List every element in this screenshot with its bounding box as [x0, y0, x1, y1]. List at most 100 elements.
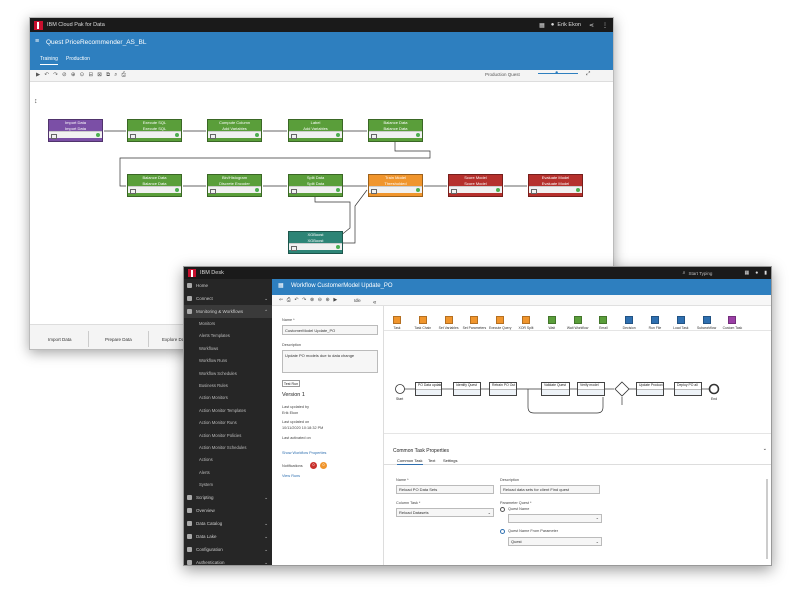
node-sub: Balance Data	[383, 125, 408, 131]
test-run-button[interactable]: Test Run	[282, 380, 300, 387]
palette-item-icon[interactable]	[393, 316, 401, 324]
node-balance-data-2[interactable]: Balance Data Balance Data	[127, 174, 182, 197]
palette-item-icon[interactable]	[702, 316, 711, 324]
palette-item-icon[interactable]	[599, 316, 608, 324]
palette-item-icon[interactable]	[728, 316, 737, 324]
sidebar-subitem[interactable]: Alerts	[184, 467, 272, 479]
search-input[interactable]: Start Typing	[688, 271, 730, 276]
palette-item-icon[interactable]	[573, 316, 582, 324]
sidebar-subitem[interactable]: Action Monitors	[184, 392, 272, 404]
node-evaluate-model[interactable]: Evaluate Model Evaluate Model	[528, 174, 583, 197]
radio-quest-param[interactable]	[500, 529, 505, 534]
workflow-icon: ▦	[278, 283, 284, 289]
start-node[interactable]	[395, 384, 405, 394]
grid-icon[interactable]: ▦	[744, 270, 749, 276]
column-task-select[interactable]: Reload Datasets ⌄	[396, 508, 494, 517]
name-field[interactable]: CustomerModel Update_PO	[282, 325, 378, 335]
chevron-down-icon: ⌄	[264, 495, 268, 501]
sidebar-item-catalog[interactable]: Data Catalog ⌄	[184, 517, 272, 530]
node-xgboost[interactable]: XGBoost XGBoost	[288, 231, 343, 254]
script-icon	[187, 495, 192, 501]
task-name-field[interactable]: Reload PO Data Sets	[396, 485, 494, 494]
sidebar-subitem[interactable]: Actions	[184, 454, 272, 466]
bottom-tab-prepare[interactable]: Prepare Data	[105, 337, 132, 342]
notification-count-red[interactable]: 0	[310, 462, 317, 469]
sidebar-item-datalake[interactable]: Data Lake ⌄	[184, 530, 272, 543]
quest-param-select[interactable]: Quest ⌄	[508, 537, 602, 546]
node-split-data[interactable]: Split Data Split Data	[288, 174, 343, 197]
home-icon	[187, 283, 192, 288]
sidebar-subitem[interactable]: Workflow Runs	[184, 355, 272, 367]
scrollbar[interactable]	[766, 479, 768, 559]
sidebar-subitem[interactable]: Workflow Schedules	[184, 368, 272, 380]
flow-node[interactable]: Identify Quest	[453, 382, 481, 396]
flow-node[interactable]: PO Data update	[415, 382, 442, 396]
flow-node[interactable]: Retrain PO Out	[489, 382, 517, 396]
sidebar-item-scripting[interactable]: Scripting ⌄	[184, 491, 272, 504]
tab-settings[interactable]: Settings	[443, 458, 457, 463]
sidebar-subitem[interactable]: Alerts Templates	[184, 330, 272, 342]
node-balance-data-1[interactable]: Balance Data Balance Data	[368, 119, 423, 142]
sidebar-item-home[interactable]: Home	[184, 279, 272, 292]
show-properties-link[interactable]: Show Workflow Properties	[282, 451, 326, 455]
bottom-tab-import[interactable]: Import Data	[48, 337, 72, 342]
task-properties-panel: Common Task Properties ⌄ Common Task Tex…	[384, 443, 771, 565]
tab-common-task[interactable]: Common Task	[397, 458, 423, 465]
sidebar-label: Authentication	[196, 560, 225, 566]
node-label[interactable]: Label Add Variables	[288, 119, 343, 142]
palette-item-icon[interactable]	[470, 316, 479, 324]
radio-quest-name[interactable]	[500, 507, 505, 512]
tab-text[interactable]: Text	[428, 458, 435, 463]
node-train-model[interactable]: Train Model Thresholded	[368, 174, 423, 197]
palette-item-icon[interactable]	[496, 316, 505, 324]
sidebar-subitem[interactable]: Action Monitor Policies	[184, 430, 272, 442]
node-sub: Execute SQL	[142, 125, 167, 131]
description-field[interactable]: Update PO models due to data change	[282, 350, 378, 373]
sidebar-item-overview[interactable]: Overview	[184, 504, 272, 517]
notification-count-orange[interactable]: 0	[320, 462, 327, 469]
bookmark-icon[interactable]: ▮	[764, 270, 767, 276]
toolbar-icons[interactable]: ⇐⎙↶↷⊗⊖⊕▶	[279, 297, 341, 303]
palette-item-icon[interactable]	[676, 316, 685, 324]
node-import-data[interactable]: Import Data Import Data	[48, 119, 103, 142]
palette-item-icon[interactable]	[444, 316, 453, 324]
palette-item-icon[interactable]	[547, 316, 556, 324]
flow-node[interactable]: Verify model	[577, 382, 605, 396]
palette-item-icon[interactable]	[651, 316, 659, 324]
sidebar-subitem[interactable]: Action Monitor Schedules	[184, 442, 272, 454]
decision-gateway[interactable]	[614, 381, 630, 397]
node-score-model[interactable]: Score Model Score Model	[448, 174, 503, 197]
sidebar-subitem[interactable]: Action Monitor Templates	[184, 405, 272, 417]
node-compute-column[interactable]: Compute Column Add Variables	[207, 119, 262, 142]
palette-item-icon[interactable]	[522, 316, 530, 324]
sidebar-subitem[interactable]: System	[184, 479, 272, 491]
collapse-icon[interactable]: «	[373, 300, 376, 306]
column-task-value: Reload Datasets	[399, 510, 429, 515]
search-icon[interactable]: ⌕	[683, 270, 686, 276]
user-icon[interactable]: ●	[755, 270, 758, 276]
chevron-down-icon: ⌄	[264, 560, 268, 566]
quest-name-select[interactable]: ⌄	[508, 514, 602, 523]
sidebar-item-authentication[interactable]: Authentication ⌄	[184, 556, 272, 566]
collapse-down-icon[interactable]: ⌄	[763, 446, 767, 452]
sidebar-subitem[interactable]: Workflows	[184, 343, 272, 355]
node-title: Train Model	[385, 175, 406, 180]
task-description-field[interactable]: Reload data sets for client Find quest	[500, 485, 600, 494]
flow-node[interactable]: Validate Quest	[541, 382, 570, 396]
palette-item-icon[interactable]	[418, 316, 427, 324]
flow-node[interactable]: Update Product	[636, 382, 664, 396]
workflow-canvas: Start End PO Data update Identify Quest …	[384, 330, 771, 434]
sidebar-item-monitoring[interactable]: Monitoring & Workflows ⌃	[184, 305, 272, 318]
sidebar-subitem[interactable]: Business Rules	[184, 380, 272, 392]
sidebar-item-connect[interactable]: Connect ⌄	[184, 292, 272, 305]
node-execute-sql[interactable]: Execute SQL Execute SQL	[127, 119, 182, 142]
sidebar-item-configuration[interactable]: Configuration ⌄	[184, 543, 272, 556]
flow-node[interactable]: Deploy PO all	[674, 382, 702, 396]
palette-item-icon[interactable]	[625, 316, 634, 324]
view-runs-link[interactable]: View Runs	[282, 474, 300, 478]
end-node[interactable]	[708, 383, 720, 395]
sidebar-subitem[interactable]: Monitors	[184, 318, 272, 330]
sidebar-subitem[interactable]: Action Monitor Runs	[184, 417, 272, 429]
chevron-down-icon: ⌄	[264, 521, 268, 527]
node-bin-histogram[interactable]: Bin/Histogram Discrete Encoder	[207, 174, 262, 197]
